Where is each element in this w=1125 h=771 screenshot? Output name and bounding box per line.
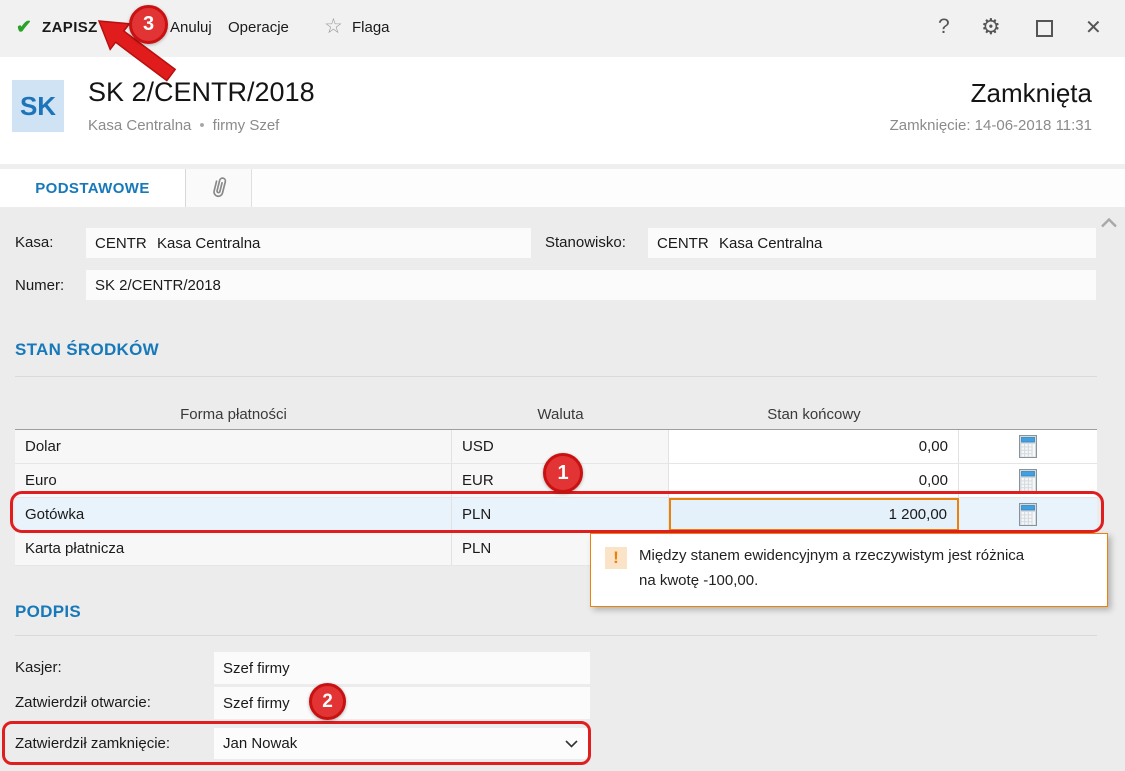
numer-field[interactable]: SK 2/CENTR/2018 bbox=[86, 270, 1096, 300]
page-subtitle: Kasa Centralna • firmy Szef bbox=[88, 117, 279, 134]
subtitle-dot: • bbox=[199, 117, 204, 134]
chevron-down-icon bbox=[565, 740, 578, 748]
calculator-icon[interactable] bbox=[1019, 503, 1037, 526]
tab-attachments[interactable] bbox=[186, 169, 252, 207]
tooltip-text-line1: Między stanem ewidencyjnym a rzeczywisty… bbox=[639, 547, 1024, 564]
funds-section-title: STAN ŚRODKÓW bbox=[15, 340, 159, 360]
save-button[interactable]: ZAPISZ bbox=[42, 19, 98, 36]
calculator-icon[interactable] bbox=[1019, 435, 1037, 458]
save-check-icon[interactable]: ✔ bbox=[16, 16, 32, 39]
status-label: Zamknięta bbox=[971, 78, 1092, 109]
status-detail: Zamknięcie: 14-06-2018 11:31 bbox=[890, 117, 1092, 134]
zatwierdzil-otwarcie-value: Szef firmy bbox=[223, 695, 290, 712]
document-type-badge: SK bbox=[12, 80, 64, 132]
cell-amount-highlighted[interactable]: 1 200,00 bbox=[669, 498, 959, 531]
signature-section-title: PODPIS bbox=[15, 602, 81, 622]
content-area: Kasa: CENTR Kasa Centralna Stanowisko: C… bbox=[0, 207, 1125, 771]
funds-divider bbox=[15, 376, 1097, 377]
cell-currency: PLN bbox=[452, 498, 669, 531]
cell-calc bbox=[959, 464, 1097, 497]
kasa-name: Kasa Centralna bbox=[157, 235, 260, 252]
maximize-button[interactable] bbox=[1036, 20, 1053, 37]
kasjer-field[interactable]: Szef firmy bbox=[214, 652, 590, 684]
annotation-badge-2: 2 bbox=[309, 683, 346, 720]
kasjer-value: Szef firmy bbox=[223, 660, 290, 677]
signature-divider bbox=[15, 635, 1097, 636]
cell-form: Euro bbox=[15, 464, 452, 497]
subtitle-kasa: Kasa Centralna bbox=[88, 117, 191, 134]
cell-calc bbox=[959, 498, 1097, 531]
help-button[interactable]: ? bbox=[938, 15, 950, 39]
annotation-badge-3: 3 bbox=[129, 5, 168, 44]
cell-amount[interactable]: 0,00 bbox=[669, 464, 959, 497]
flag-button[interactable]: Flaga bbox=[352, 19, 390, 36]
kasa-label: Kasa: bbox=[15, 234, 53, 251]
numer-label: Numer: bbox=[15, 277, 64, 294]
cell-amount[interactable]: 0,00 bbox=[669, 430, 959, 463]
kasjer-label: Kasjer: bbox=[15, 659, 62, 676]
kasa-field[interactable]: CENTR Kasa Centralna bbox=[86, 228, 531, 258]
tab-bar: PODSTAWOWE bbox=[0, 164, 1125, 207]
annotation-badge-1: 1 bbox=[543, 453, 583, 493]
numer-value: SK 2/CENTR/2018 bbox=[95, 277, 221, 294]
paperclip-icon bbox=[204, 172, 234, 203]
settings-gear-icon[interactable]: ⚙ bbox=[981, 14, 1001, 40]
zatwierdzil-zamkniecie-select[interactable]: Jan Nowak bbox=[214, 728, 588, 759]
calculator-icon[interactable] bbox=[1019, 469, 1037, 492]
stanowisko-name: Kasa Centralna bbox=[719, 235, 822, 252]
subtitle-owner: firmy Szef bbox=[213, 117, 280, 134]
tab-podstawowe[interactable]: PODSTAWOWE bbox=[0, 169, 186, 207]
funds-table-header: Forma płatności Waluta Stan końcowy bbox=[15, 400, 1097, 430]
kasa-code: CENTR bbox=[95, 235, 157, 252]
cell-form: Gotówka bbox=[15, 498, 452, 531]
zatwierdzil-otwarcie-label: Zatwierdził otwarcie: bbox=[15, 694, 151, 711]
operations-menu[interactable]: Operacje bbox=[228, 19, 289, 36]
cell-form: Dolar bbox=[15, 430, 452, 463]
table-row-gotowka[interactable]: Gotówka PLN 1 200,00 bbox=[15, 498, 1097, 532]
app-window: ✔ ZAPISZ ✕ Anuluj Operacje ☆ Flaga ? ⚙ ✕… bbox=[0, 0, 1125, 771]
tooltip-text-line2: na kwotę -100,00. bbox=[639, 572, 758, 589]
col-stan-koncowy[interactable]: Stan końcowy bbox=[669, 406, 959, 423]
zatwierdzil-otwarcie-field[interactable]: Szef firmy bbox=[214, 687, 590, 719]
stanowisko-code: CENTR bbox=[657, 235, 719, 252]
tab-podstawowe-label: PODSTAWOWE bbox=[35, 180, 150, 197]
col-forma-platnosci[interactable]: Forma płatności bbox=[15, 406, 452, 423]
stanowisko-field[interactable]: CENTR Kasa Centralna bbox=[648, 228, 1096, 258]
zatwierdzil-zamkniecie-label: Zatwierdził zamknięcie: bbox=[15, 735, 170, 752]
cell-form: Karta płatnicza bbox=[15, 532, 452, 565]
close-button[interactable]: ✕ bbox=[1085, 15, 1102, 40]
difference-warning-tooltip: ! Między stanem ewidencyjnym a rzeczywis… bbox=[590, 533, 1108, 607]
scroll-up-arrow[interactable] bbox=[1101, 215, 1117, 232]
cell-calc bbox=[959, 430, 1097, 463]
warning-icon: ! bbox=[605, 547, 627, 569]
zatwierdzil-zamkniecie-value: Jan Nowak bbox=[223, 735, 565, 752]
stanowisko-label: Stanowisko: bbox=[545, 234, 626, 251]
star-icon[interactable]: ☆ bbox=[324, 14, 343, 39]
col-waluta[interactable]: Waluta bbox=[452, 406, 669, 423]
